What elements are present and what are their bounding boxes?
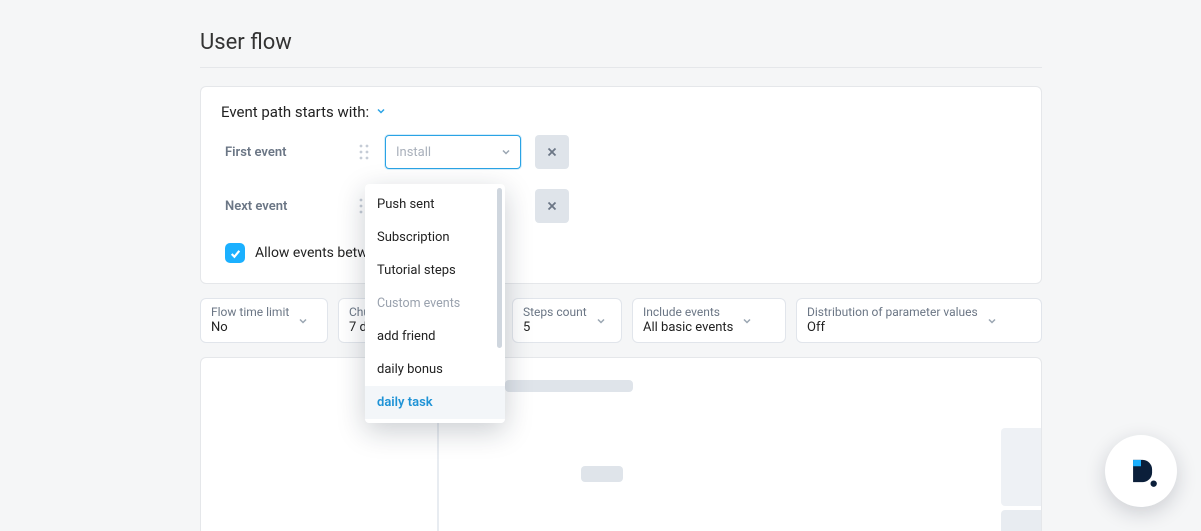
dropdown-item-push-sent[interactable]: Push sent [365, 188, 505, 221]
first-event-select[interactable]: Install [385, 135, 521, 169]
next-event-label: Next event [225, 199, 343, 214]
filter-label: Flow time limit [211, 305, 289, 320]
chevron-down-icon [500, 146, 512, 158]
chevron-down-icon [375, 105, 389, 119]
first-event-label: First event [225, 145, 343, 160]
page-title: User flow [200, 30, 1041, 55]
filter-label: Steps count [523, 305, 587, 320]
event-path-card: Event path starts with: First event Inst… [200, 86, 1042, 284]
dropdown-item-daily-bonus[interactable]: daily bonus [365, 353, 505, 386]
chevron-down-icon [986, 315, 998, 327]
results-skeleton [200, 357, 1042, 531]
chevron-down-icon [297, 315, 309, 327]
filter-include-events[interactable]: Include events All basic events [632, 298, 786, 343]
event-dropdown[interactable]: Push sent Subscription Tutorial steps Cu… [365, 184, 505, 423]
filter-value: No [211, 320, 289, 336]
filter-label: Distribution of parameter values [807, 305, 978, 320]
allow-events-between-row[interactable]: Allow events between steps [225, 243, 1021, 263]
filters-row: Flow time limit No Chu 7 da …ount [200, 298, 1042, 343]
dropdown-item-tutorial-steps[interactable]: Tutorial steps [365, 254, 505, 287]
skeleton-block [1001, 510, 1041, 531]
divider [200, 67, 1042, 68]
dropdown-header-custom-events: Custom events [365, 287, 505, 320]
skeleton-bar [581, 466, 623, 482]
remove-first-event-button[interactable] [535, 135, 569, 169]
event-path-row[interactable]: Event path starts with: [221, 103, 1021, 121]
chevron-down-icon [741, 315, 753, 327]
filter-distribution[interactable]: Distribution of parameter values Off [796, 298, 1042, 343]
dropdown-item-daily-task[interactable]: daily task [365, 386, 505, 419]
dropdown-item-subscription[interactable]: Subscription [365, 221, 505, 254]
chevron-down-icon [595, 315, 607, 327]
filter-value: 5 [523, 320, 587, 336]
allow-events-between-checkbox[interactable] [225, 243, 245, 263]
first-event-row: First event Install [225, 135, 1021, 169]
filter-flow-time-limit[interactable]: Flow time limit No [200, 298, 328, 343]
skeleton-line [437, 418, 439, 531]
scrollbar[interactable] [497, 188, 502, 348]
filter-steps-count[interactable]: Steps count 5 [512, 298, 622, 343]
next-event-row: Next event [225, 189, 1021, 223]
brand-logo-badge[interactable] [1105, 435, 1177, 507]
remove-next-event-button[interactable] [535, 189, 569, 223]
first-event-value: Install [396, 145, 431, 160]
dropdown-item-add-friend[interactable]: add friend [365, 320, 505, 353]
filter-value: Off [807, 320, 978, 336]
event-path-label: Event path starts with: [221, 103, 369, 121]
skeleton-block [1001, 428, 1041, 506]
filter-value: All basic events [643, 320, 733, 336]
filter-label: Include events [643, 305, 733, 320]
skeleton-bar [505, 380, 633, 392]
drag-handle-icon[interactable] [357, 143, 371, 161]
